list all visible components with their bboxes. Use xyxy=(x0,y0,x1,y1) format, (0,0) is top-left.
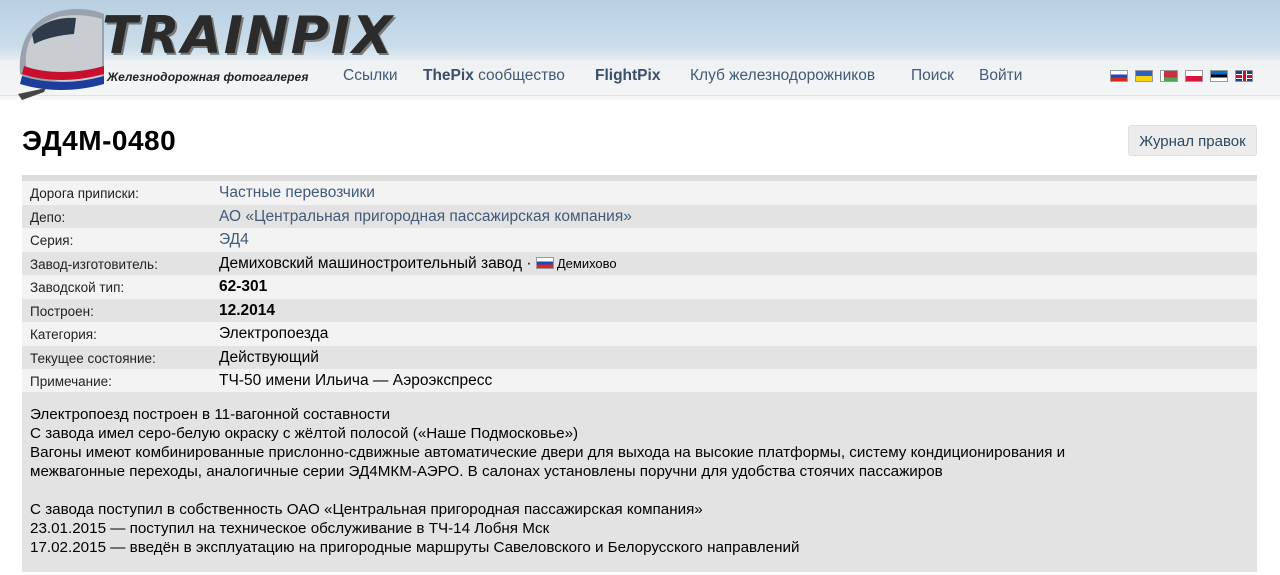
factory-city: Демихово xyxy=(556,255,617,271)
site-header: TRAINPIX Железнодорожная фотогалерея Ссы… xyxy=(0,0,1280,100)
russia-flag-icon[interactable] xyxy=(1110,70,1128,82)
nav-club[interactable]: Клуб железнодорожников xyxy=(690,67,875,85)
info-row-note: Примечание: ТЧ-50 имени Ильича — Аэроэкс… xyxy=(22,369,1257,393)
road-link[interactable]: Частные перевозчики xyxy=(219,184,375,202)
series-label: Серия: xyxy=(30,233,74,248)
factory-name: Демиховский машиностроительный завод · xyxy=(219,254,536,272)
note-label: Примечание: xyxy=(30,374,112,389)
factory-label: Завод-изготовитель: xyxy=(30,256,158,272)
info-row-series: Серия: ЭД4 xyxy=(22,228,1257,252)
note-line: С завода имел серо-белую окраску с жёлто… xyxy=(30,425,579,442)
built-label: Построен: xyxy=(30,303,94,319)
nav-flightpix[interactable]: FlightPix xyxy=(595,67,660,85)
note-line: Вагоны имеют комбинированные прислонно-с… xyxy=(30,444,1066,461)
category-value: Электропоезда xyxy=(219,325,329,342)
estonia-flag-icon[interactable] xyxy=(1210,70,1228,82)
note-value: ТЧ-50 имени Ильича — Аэроэкспресс xyxy=(219,372,493,389)
type-value: 62-301 xyxy=(219,278,268,295)
note-line: межвагонные переходы, аналогичные серии … xyxy=(30,463,943,480)
site-logo[interactable]: TRAINPIX Железнодорожная фотогалерея xyxy=(10,4,392,100)
ukraine-flag-icon[interactable] xyxy=(1135,70,1153,82)
nav-search[interactable]: Поиск xyxy=(911,67,954,85)
nav-login[interactable]: Войти xyxy=(979,67,1022,85)
factory-value: Демиховский машиностроительный завод · Д… xyxy=(219,255,617,273)
nav-thepix-rest: сообщество xyxy=(473,67,565,84)
state-value: Действующий xyxy=(219,348,319,366)
state-label: Текущее состояние: xyxy=(30,350,156,366)
language-flags xyxy=(1110,70,1253,82)
info-row-road: Дорога приписки: Частные перевозчики xyxy=(22,181,1257,205)
road-label: Дорога приписки: xyxy=(30,186,139,201)
info-row-state: Текущее состояние: Действующий xyxy=(22,345,1257,369)
type-label: Заводской тип: xyxy=(30,280,125,295)
note-line: С завода поступил в собственность ОАО «Ц… xyxy=(30,501,703,518)
note-line: 17.02.2015 — введён в эксплуатацию на пр… xyxy=(30,539,800,556)
description-notes: Электропоезд построен в 11-вагонной сост… xyxy=(22,392,1257,572)
depot-label: Депо: xyxy=(30,209,66,225)
note-line: 23.01.2015 — поступил на техническое обс… xyxy=(30,520,550,537)
nav-links[interactable]: Ссылки xyxy=(343,67,398,85)
train-logo-icon xyxy=(18,8,105,100)
logo-wordmark: TRAINPIX xyxy=(102,6,395,66)
info-row-category: Категория: Электропоезда xyxy=(22,322,1257,346)
belarus-flag-icon[interactable] xyxy=(1160,70,1178,82)
nav-thepix-bold: ThePix xyxy=(423,67,474,84)
poland-flag-icon[interactable] xyxy=(1185,70,1203,82)
info-row-built: Построен: 12.2014 xyxy=(22,298,1257,322)
edit-log-button[interactable]: Журнал правок xyxy=(1128,125,1257,156)
note-line: Электропоезд построен в 11-вагонной сост… xyxy=(30,406,391,423)
category-label: Категория: xyxy=(30,327,97,342)
nav-flightpix-label: FlightPix xyxy=(595,67,661,84)
russia-flag-icon xyxy=(535,256,554,269)
page-title: ЭД4М-0480 xyxy=(22,125,177,156)
uk-flag-icon[interactable] xyxy=(1235,70,1253,82)
info-row-factory: Завод-изготовитель: Демиховский машиност… xyxy=(22,251,1257,275)
built-value: 12.2014 xyxy=(219,301,276,319)
series-link[interactable]: ЭД4 xyxy=(219,231,249,249)
info-row-type: Заводской тип: 62-301 xyxy=(22,275,1257,299)
vehicle-info-table: Дорога приписки: Частные перевозчики Деп… xyxy=(22,175,1257,393)
info-row-depot: Депо: АО «Центральная пригородная пассаж… xyxy=(22,204,1257,228)
logo-subtitle: Железнодорожная фотогалерея xyxy=(107,70,309,84)
nav-thepix[interactable]: ThePix сообщество xyxy=(423,67,565,85)
depot-link[interactable]: АО «Центральная пригородная пассажирская… xyxy=(219,208,632,226)
